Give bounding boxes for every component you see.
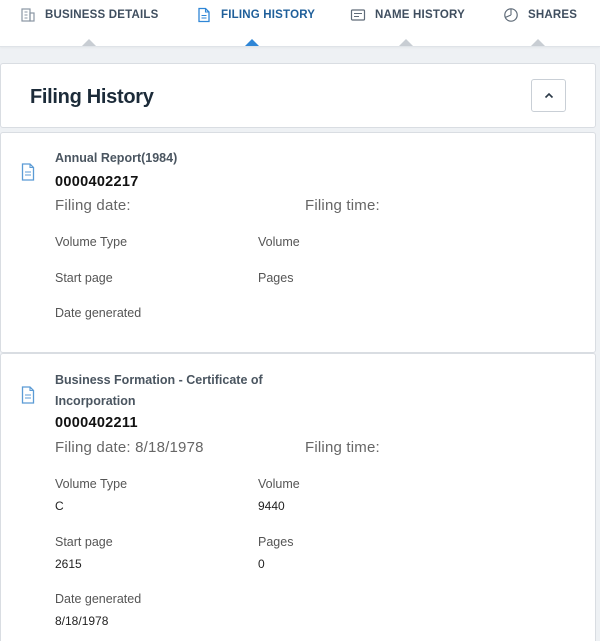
- filing-time: Filing time:: [305, 439, 380, 456]
- filing-number: 0000402211: [55, 415, 138, 431]
- date-generated-label: Date generated: [55, 306, 142, 320]
- pie-chart-icon: [504, 7, 518, 22]
- volume-type-value: C: [55, 499, 64, 513]
- filing-title: Business Formation - Certificate of Inco…: [55, 373, 263, 408]
- filing-date: Filing date:: [55, 197, 131, 214]
- filing-card: Business Formation - Certificate of Inco…: [0, 353, 596, 641]
- filing-time: Filing time:: [305, 197, 380, 214]
- tab-label: FILING HISTORY: [221, 8, 316, 21]
- tab-indicator: [399, 39, 413, 46]
- pages-label: Pages: [258, 271, 294, 285]
- id-card-icon: [350, 8, 366, 21]
- tab-indicator: [531, 39, 545, 46]
- filing-date: Filing date: 8/18/1978: [55, 439, 204, 456]
- start-page-value: 2615: [55, 557, 82, 571]
- tab-bar: BUSINESS DETAILS FILING HISTORY NAME HIS…: [0, 0, 600, 47]
- document-icon: [21, 386, 35, 404]
- tab-indicator: [82, 39, 96, 46]
- filing-number: 0000402217: [55, 174, 139, 190]
- document-icon: [21, 163, 35, 181]
- volume-type-label: Volume Type: [55, 235, 128, 249]
- building-icon: [21, 7, 35, 22]
- pages-label: Pages: [258, 535, 294, 549]
- document-icon: [198, 7, 210, 22]
- volume-type-label: Volume Type: [55, 477, 128, 491]
- tab-label: BUSINESS DETAILS: [45, 8, 159, 21]
- chevron-up-icon: [544, 92, 553, 99]
- collapse-button[interactable]: [531, 79, 566, 112]
- tab-label: NAME HISTORY: [375, 8, 465, 21]
- volume-label: Volume: [258, 477, 300, 491]
- filing-title: Annual Report(1984): [55, 151, 178, 165]
- tab-label: SHARES: [528, 8, 578, 21]
- filing-history-panel-header: Filing History: [0, 63, 596, 128]
- volume-label: Volume: [258, 235, 300, 249]
- tab-indicator-active: [245, 39, 259, 46]
- filing-card: Annual Report(1984) 0000402217 Filing da…: [0, 132, 596, 353]
- date-generated-value: 8/18/1978: [55, 614, 109, 628]
- date-generated-label: Date generated: [55, 592, 142, 606]
- start-page-label: Start page: [55, 535, 113, 549]
- volume-value: 9440: [258, 499, 285, 513]
- start-page-label: Start page: [55, 271, 113, 285]
- panel-title: Filing History: [30, 86, 154, 108]
- pages-value: 0: [258, 557, 265, 571]
